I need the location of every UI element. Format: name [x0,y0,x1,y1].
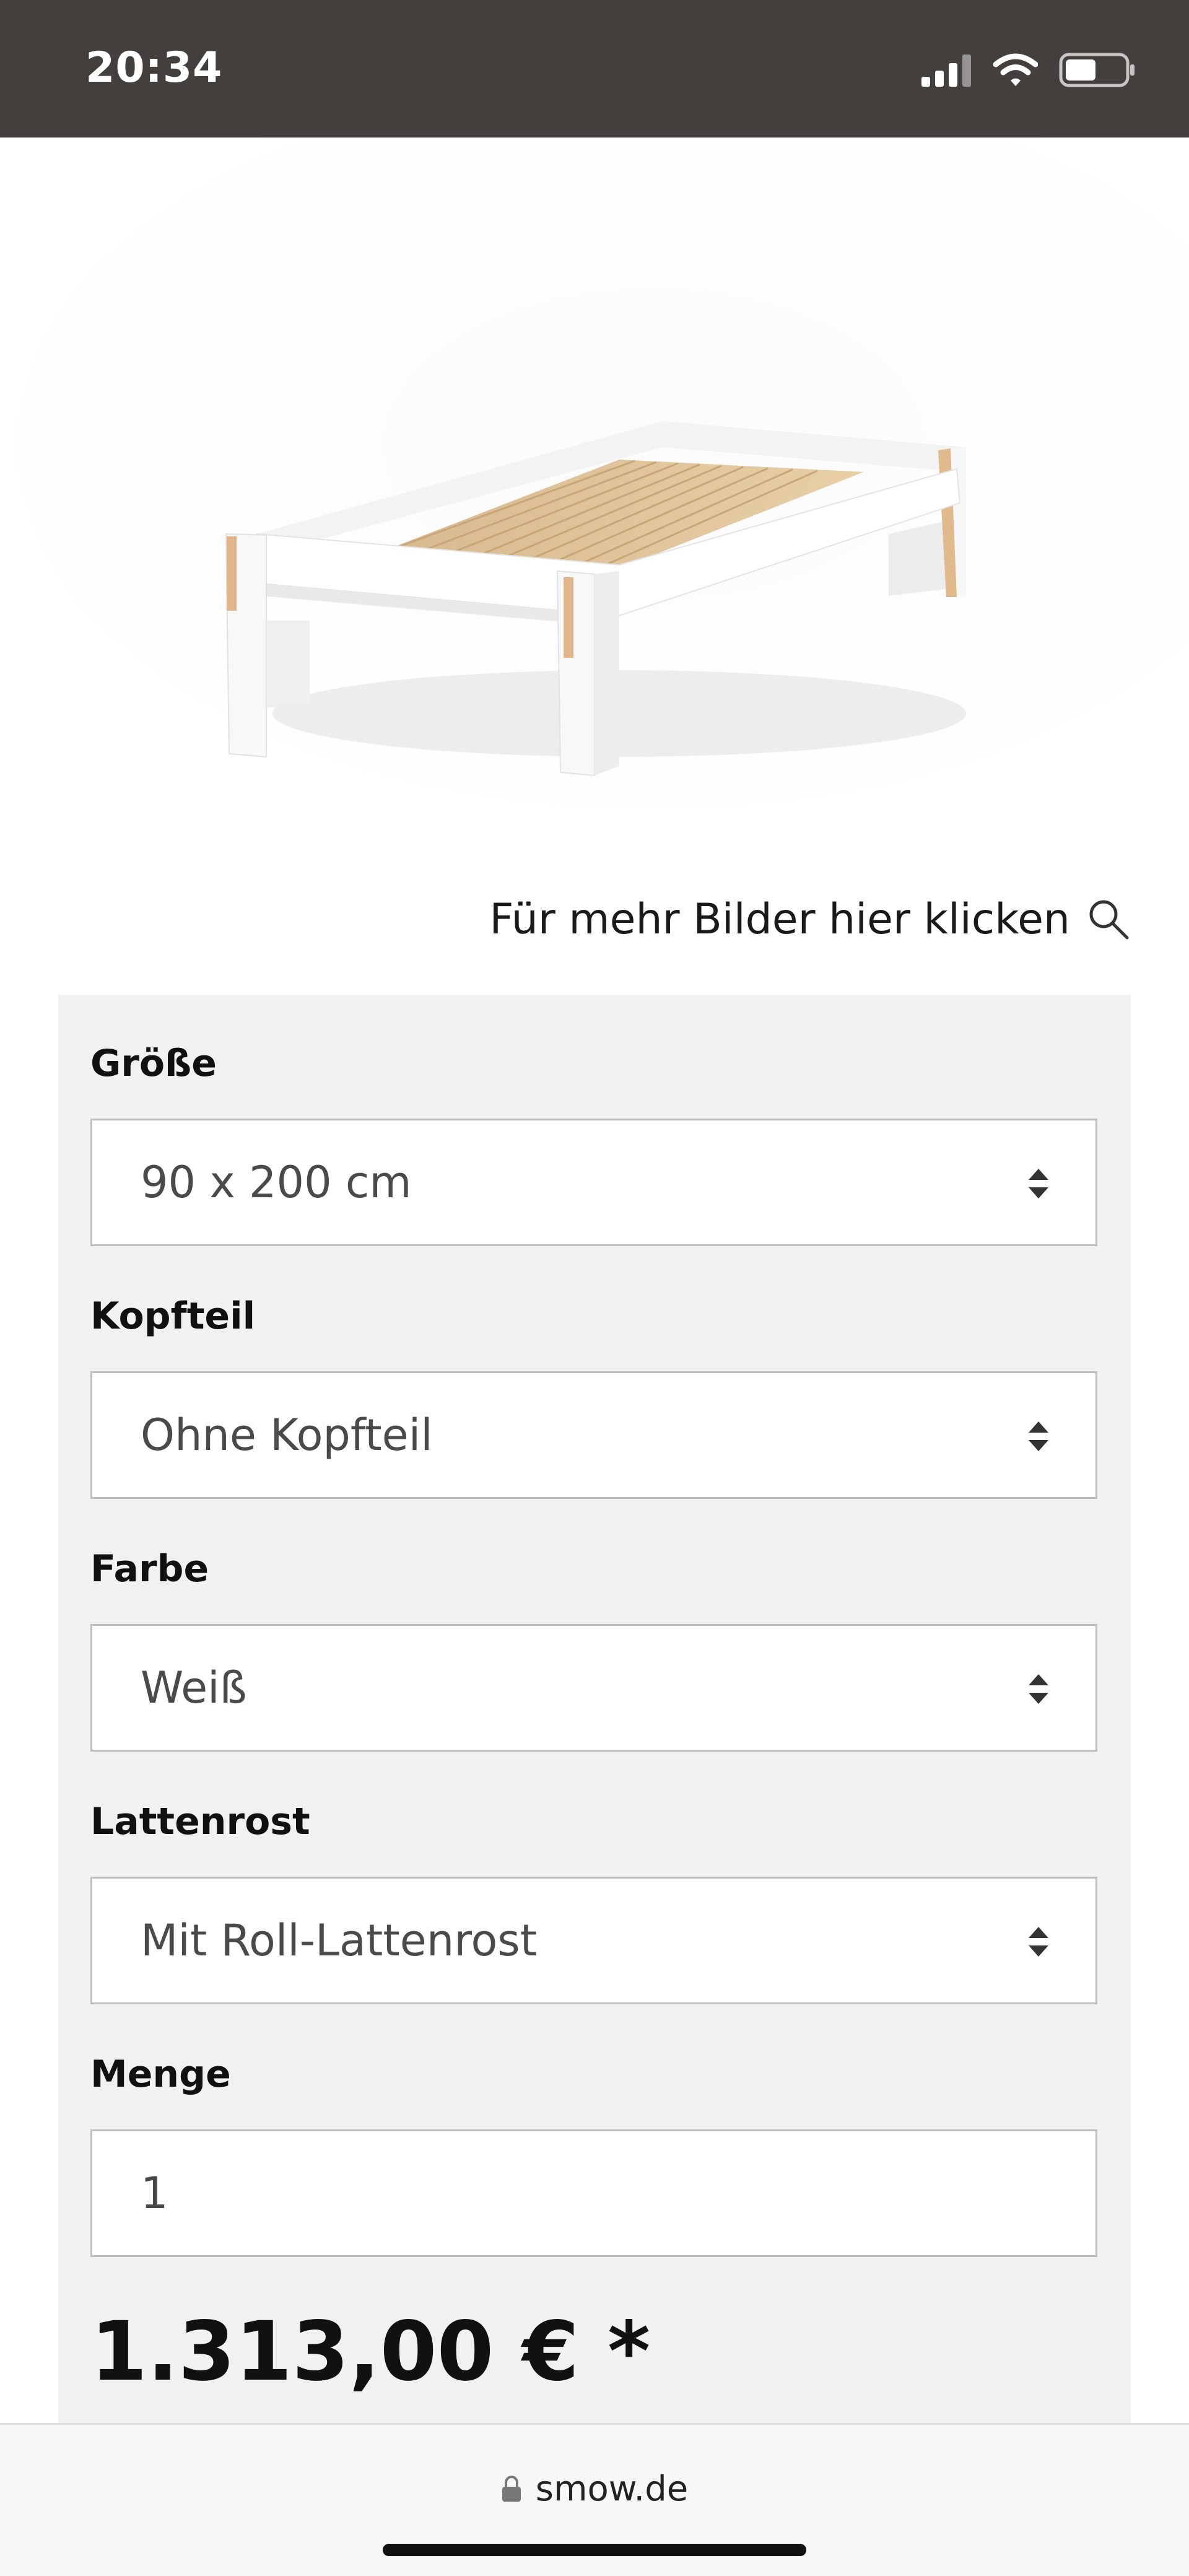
status-time: 20:34 [85,43,223,92]
headboard-select-value: Ohne Kopfteil [141,1410,433,1460]
product-image[interactable] [0,138,1189,819]
bed-product-image [0,138,1189,819]
cellular-signal-icon [921,55,971,87]
more-images-label: Für mehr Bilder hier klicken [489,894,1070,944]
status-bar: 20:34 [0,0,1189,138]
url-text: smow.de [535,2468,689,2509]
quantity-value: 1 [141,2168,168,2219]
color-select-value: Weiß [141,1662,247,1713]
search-icon [1089,900,1129,940]
select-arrows-icon [1029,1927,1048,1957]
select-arrows-icon [1029,1674,1048,1704]
headboard-label: Kopfteil [90,1295,256,1338]
slatted-frame-label: Lattenrost [90,1800,310,1843]
product-price: 1.313,00 € * [90,2304,651,2399]
quantity-input[interactable]: 1 [90,2129,1097,2257]
product-config-panel: Größe 90 x 200 cm Kopfteil Ohne Kopfteil… [58,995,1131,2425]
size-select-value: 90 x 200 cm [141,1157,412,1208]
color-select[interactable]: Weiß [90,1624,1097,1752]
select-arrows-icon [1029,1169,1048,1198]
slatted-frame-select[interactable]: Mit Roll-Lattenrost [90,1877,1097,2004]
url-display[interactable]: smow.de [0,2461,1189,2517]
color-label: Farbe [90,1547,209,1591]
home-indicator[interactable] [383,2544,806,2556]
quantity-label: Menge [90,2053,231,2096]
slatted-frame-select-value: Mit Roll-Lattenrost [141,1915,538,1966]
more-images-link[interactable]: Für mehr Bilder hier klicken [489,889,1131,949]
size-label: Größe [90,1042,217,1085]
browser-address-bar[interactable]: smow.de [0,2423,1189,2576]
headboard-select[interactable]: Ohne Kopfteil [90,1371,1097,1499]
lock-icon [502,2476,521,2502]
size-select[interactable]: 90 x 200 cm [90,1119,1097,1246]
battery-icon [1059,53,1135,87]
status-icons [921,51,1136,89]
wifi-icon [993,53,1038,86]
select-arrows-icon [1029,1421,1048,1451]
